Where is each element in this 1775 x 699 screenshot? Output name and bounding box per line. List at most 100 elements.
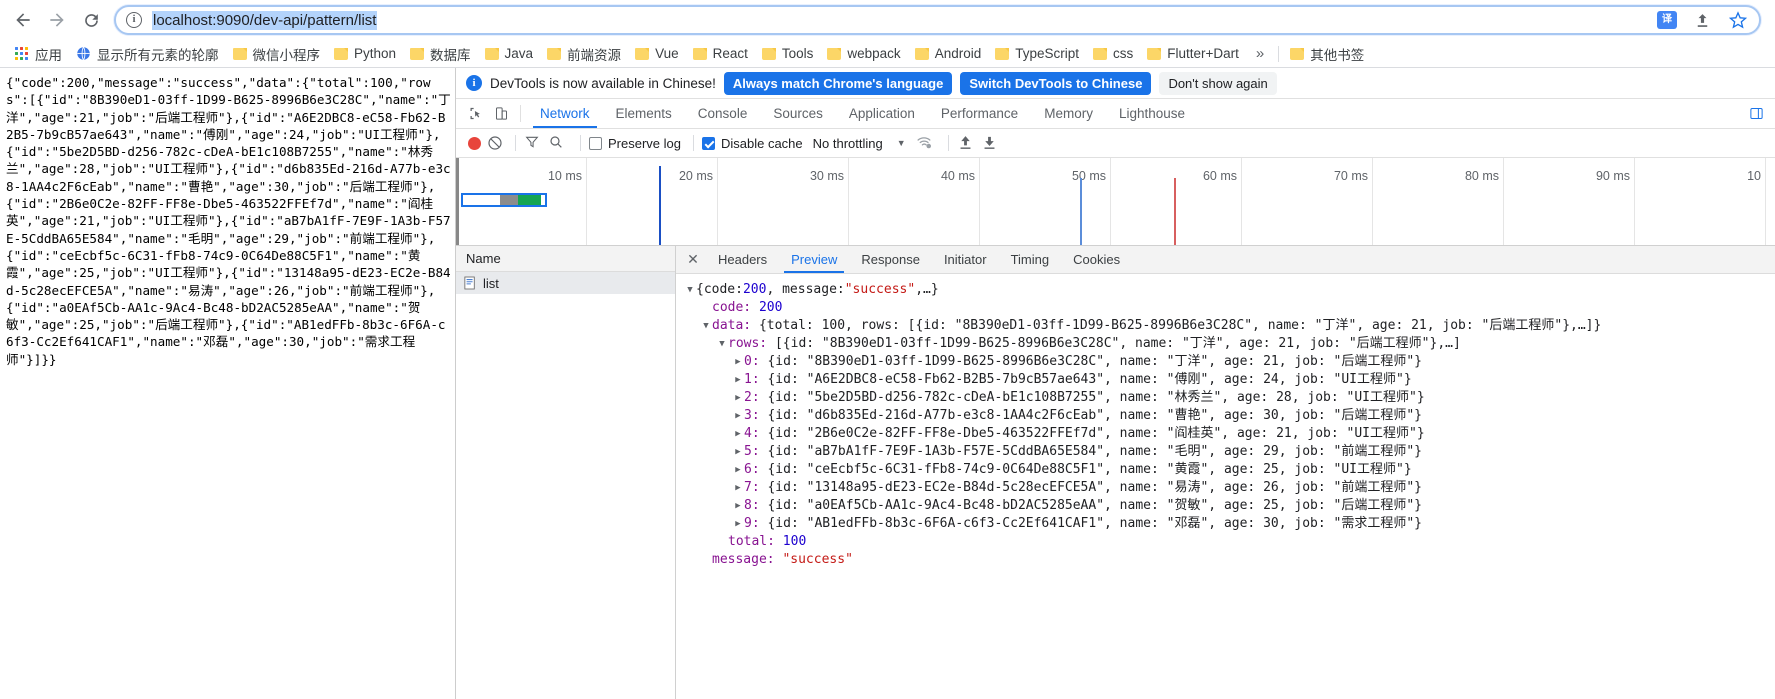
tab-performance[interactable]: Performance bbox=[928, 99, 1031, 128]
json-array-item[interactable]: 6: {id: "ceEcbf5c-6C31-fFb8-74c9-0C64De8… bbox=[684, 461, 1769, 479]
funnel-filter-icon[interactable] bbox=[524, 134, 542, 152]
disclosure-triangle-icon[interactable] bbox=[716, 335, 728, 353]
bookmark-label: 其他书签 bbox=[1310, 47, 1365, 63]
search-magnifier-icon[interactable] bbox=[548, 134, 566, 152]
tab-initiator[interactable]: Initiator bbox=[932, 246, 999, 273]
site-info-icon[interactable]: i bbox=[126, 12, 142, 28]
request-row-list[interactable]: list bbox=[456, 272, 675, 294]
import-har-up-arrow-icon[interactable] bbox=[957, 134, 975, 152]
disclosure-triangle-icon[interactable] bbox=[732, 407, 744, 425]
checkbox-box bbox=[701, 136, 715, 150]
tab-timing[interactable]: Timing bbox=[999, 246, 1062, 273]
page-raw-json: {"code":200,"message":"success","data":{… bbox=[0, 68, 455, 699]
bookmark-other-bookmarks[interactable]: 其他书签 bbox=[1283, 42, 1371, 66]
inspect-element-button[interactable] bbox=[462, 99, 488, 128]
network-bottom-split: Name list ✕ Headers Preview Response Ini… bbox=[456, 246, 1775, 699]
bookmark-label: Python bbox=[354, 46, 397, 61]
chevron-down-icon[interactable]: ▼ bbox=[897, 138, 906, 148]
disclosure-triangle-icon[interactable] bbox=[732, 371, 744, 389]
json-array-item[interactable]: 1: {id: "A6E2DBC8-eC58-Fb62-B2B5-7b9cB57… bbox=[684, 371, 1769, 389]
bookmark-webpack[interactable]: webpack bbox=[820, 44, 907, 63]
tab-console[interactable]: Console bbox=[685, 99, 761, 128]
disable-cache-checkbox[interactable]: Disable cache bbox=[701, 136, 803, 151]
json-array-item[interactable]: 2: {id: "5be2D5BD-d256-782c-cDeA-bE1c108… bbox=[684, 389, 1769, 407]
json-rows-row[interactable]: rows: [{id: "8B390eD1-03ff-1D99-B625-899… bbox=[684, 335, 1769, 353]
json-item-summary: {id: "A6E2DBC8-eC58-Fb62-B2B5-7b9cB57ae6… bbox=[767, 372, 1412, 387]
tab-response[interactable]: Response bbox=[849, 246, 932, 273]
address-bar-url[interactable]: localhost:9090/dev-api/pattern/list bbox=[152, 10, 378, 30]
json-data-row[interactable]: data: {total: 100, rows: [{id: "8B390eD1… bbox=[684, 317, 1769, 335]
bookmark-tools[interactable]: Tools bbox=[755, 44, 821, 63]
json-root-row[interactable]: {code: 200, message: "success",…} bbox=[684, 281, 1769, 299]
export-har-down-arrow-icon[interactable] bbox=[981, 134, 999, 152]
json-item-summary: {id: "AB1edFFb-8b3c-6F6A-c6f3-Cc2Ef641CA… bbox=[767, 516, 1423, 531]
network-overview-timeline[interactable]: 10 ms 20 ms 30 ms 40 ms 50 ms 60 ms 70 m… bbox=[456, 158, 1775, 246]
json-array-item[interactable]: 9: {id: "AB1edFFb-8b3c-6F6A-c6f3-Cc2Ef64… bbox=[684, 515, 1769, 533]
bookmark-python[interactable]: Python bbox=[327, 44, 403, 63]
bookmark-apps[interactable]: 应用 bbox=[6, 42, 69, 66]
clear-no-entry-icon[interactable] bbox=[487, 135, 503, 151]
json-array-item[interactable]: 5: {id: "aB7bA1fF-7E9F-1A3b-F57E-5CddBA6… bbox=[684, 443, 1769, 461]
overview-tick-label: 60 ms bbox=[1202, 169, 1237, 183]
bookmark-flutter-dart[interactable]: Flutter+Dart bbox=[1140, 44, 1246, 63]
json-array-item[interactable]: 0: {id: "8B390eD1-03ff-1D99-B625-8996B6e… bbox=[684, 353, 1769, 371]
disclosure-triangle-icon[interactable] bbox=[684, 281, 696, 299]
bookmark-vue[interactable]: Vue bbox=[628, 44, 686, 63]
bookmark-typescript[interactable]: TypeScript bbox=[988, 44, 1086, 63]
bookmarks-overflow-button[interactable]: » bbox=[1246, 45, 1274, 62]
json-array-item[interactable]: 3: {id: "d6b835Ed-216d-A77b-e3c8-1AA4c2F… bbox=[684, 407, 1769, 425]
json-array-item[interactable]: 7: {id: "13148a95-dE23-EC2e-B84d-5c28ecE… bbox=[684, 479, 1769, 497]
back-button[interactable] bbox=[6, 3, 40, 37]
bookmark-database[interactable]: 数据库 bbox=[403, 42, 478, 66]
tab-preview[interactable]: Preview bbox=[779, 246, 849, 273]
json-array-item[interactable]: 8: {id: "a0EAf5Cb-AA1c-9Ac4-Bc48-bD2AC52… bbox=[684, 497, 1769, 515]
translate-icon[interactable]: 译 bbox=[1657, 11, 1677, 29]
disclosure-triangle-icon[interactable] bbox=[732, 425, 744, 443]
disclosure-triangle-icon[interactable] bbox=[732, 497, 744, 515]
json-array-item[interactable]: 4: {id: "2B6e0C2e-82FF-FF8e-Dbe5-463522F… bbox=[684, 425, 1769, 443]
tab-sources[interactable]: Sources bbox=[760, 99, 836, 128]
disclosure-triangle-icon[interactable] bbox=[732, 461, 744, 479]
disclosure-triangle-icon[interactable] bbox=[732, 353, 744, 371]
tab-cookies[interactable]: Cookies bbox=[1061, 246, 1132, 273]
disclosure-triangle-icon[interactable] bbox=[732, 389, 744, 407]
share-icon[interactable] bbox=[1691, 9, 1713, 31]
network-conditions-icon[interactable] bbox=[916, 134, 934, 152]
tab-headers[interactable]: Headers bbox=[706, 246, 779, 273]
tab-network[interactable]: Network bbox=[527, 99, 603, 128]
bookmark-css[interactable]: css bbox=[1086, 44, 1140, 63]
banner-message: DevTools is now available in Chinese! bbox=[490, 75, 716, 91]
tab-lighthouse[interactable]: Lighthouse bbox=[1106, 99, 1198, 128]
disclosure-triangle-icon[interactable] bbox=[700, 317, 712, 335]
bookmark-frontend-resources[interactable]: 前端资源 bbox=[540, 42, 628, 66]
always-match-language-button[interactable]: Always match Chrome's language bbox=[723, 71, 953, 95]
tab-application[interactable]: Application bbox=[836, 99, 928, 128]
dont-show-again-button[interactable]: Don't show again bbox=[1159, 71, 1277, 95]
bookmark-react[interactable]: React bbox=[686, 44, 755, 63]
devtools-panel-layout-icon[interactable] bbox=[1743, 106, 1769, 121]
main-area: {"code":200,"message":"success","data":{… bbox=[0, 68, 1775, 699]
bookmark-java[interactable]: Java bbox=[478, 44, 541, 63]
disclosure-triangle-icon[interactable] bbox=[732, 443, 744, 461]
overview-tick-label: 50 ms bbox=[1071, 169, 1106, 183]
bookmark-outline-all[interactable]: 显示所有元素的轮廓 bbox=[69, 42, 226, 66]
tab-elements[interactable]: Elements bbox=[603, 99, 685, 128]
tab-memory[interactable]: Memory bbox=[1031, 99, 1106, 128]
bookmark-label: Vue bbox=[655, 46, 679, 61]
forward-button[interactable] bbox=[40, 3, 74, 37]
bookmark-label: css bbox=[1113, 46, 1134, 61]
address-bar[interactable]: i localhost:9090/dev-api/pattern/list 译 bbox=[114, 5, 1761, 35]
reload-button[interactable] bbox=[74, 3, 108, 37]
toggle-device-toolbar-button[interactable] bbox=[488, 99, 514, 128]
record-stop-icon[interactable] bbox=[468, 136, 481, 150]
bookmark-wechat-mini[interactable]: 微信小程序 bbox=[226, 42, 328, 66]
close-icon[interactable]: ✕ bbox=[680, 246, 706, 273]
throttling-select[interactable]: No throttling bbox=[813, 136, 883, 151]
bookmark-android[interactable]: Android bbox=[908, 44, 989, 63]
folder-icon bbox=[1147, 47, 1162, 60]
preserve-log-checkbox[interactable]: Preserve log bbox=[589, 136, 681, 151]
switch-devtools-language-button[interactable]: Switch DevTools to Chinese bbox=[960, 71, 1152, 95]
disclosure-triangle-icon[interactable] bbox=[732, 515, 744, 533]
star-icon[interactable] bbox=[1727, 9, 1749, 31]
disclosure-triangle-icon[interactable] bbox=[732, 479, 744, 497]
